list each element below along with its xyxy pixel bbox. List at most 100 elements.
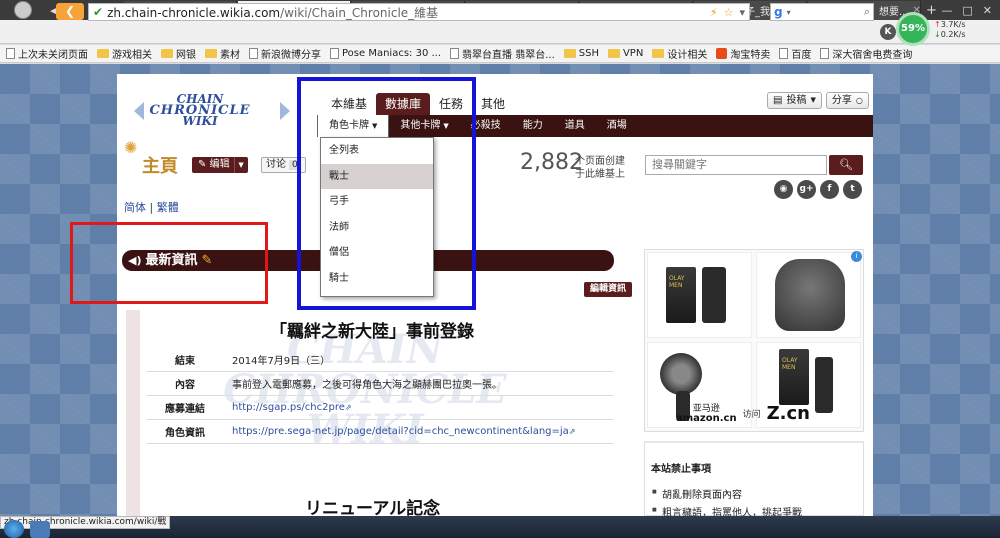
wiki-search-button[interactable]: 🔍︎ — [829, 155, 863, 175]
bookmark-item[interactable]: 深大宿舍电费查询 — [820, 46, 912, 61]
page-icon — [330, 48, 339, 59]
avatar-icon — [14, 1, 32, 19]
subnav-item[interactable]: 角色卡牌 ▼ — [317, 115, 390, 137]
taskbar-app-icon[interactable] — [30, 521, 50, 538]
dropdown-item[interactable]: 僧侶 — [321, 240, 433, 266]
back-button[interactable]: ❮ — [56, 3, 84, 20]
url-input[interactable]: ✔ zh.chain-chronicle.wikia.com/wiki/Chai… — [88, 3, 750, 21]
url-text: zh.chain-chronicle.wikia.com/wiki/Chain_… — [107, 4, 438, 21]
bookmark-item[interactable]: 上次未关闭页面 — [6, 46, 88, 61]
talk-button[interactable]: 讨论 0 — [261, 157, 306, 173]
adchoices-icon[interactable]: i — [851, 251, 862, 262]
share-button[interactable]: 分享 ○ — [825, 92, 869, 109]
subnav-item[interactable]: 道具 — [554, 115, 596, 137]
bookmark-item[interactable]: 游戏相关 — [97, 46, 152, 61]
dropdown-item[interactable]: 全列表 — [321, 138, 433, 164]
bookmark-item[interactable]: SSH — [563, 48, 599, 59]
wiki-logo[interactable]: CHAIN CHRONICLE WIKI — [140, 93, 260, 134]
lang-simplified-link[interactable]: 简体 — [124, 201, 146, 214]
dropdown-item[interactable]: 弓手 — [321, 189, 433, 215]
bookmark-item[interactable]: 设计相关 — [652, 46, 707, 61]
row-value[interactable]: http://sgap.ps/chc2pre⇗ — [224, 402, 614, 413]
eye-icon[interactable]: ◉ — [774, 180, 793, 199]
bookmark-item[interactable]: 网银 — [161, 46, 196, 61]
lightning-icon[interactable]: ⚡ — [710, 6, 718, 19]
edit-button[interactable]: ✎ 编辑 ▼ — [192, 157, 248, 173]
table-row: 角色資訊 https://pre.sega-net.jp/page/detail?… — [146, 420, 614, 444]
bookmark-item[interactable]: 翡翠台直播 翡翠台... — [450, 46, 555, 61]
row-link[interactable]: https://pre.sega-net.jp/page/detail?cid=… — [232, 426, 569, 437]
wiki-tab[interactable]: 其他 — [472, 93, 514, 115]
product-box-2-label: OLAY MEN — [782, 357, 798, 371]
url-domain: zh.chain-chronicle.wikia.com — [107, 5, 281, 20]
wiki-tab[interactable]: 本維基 — [322, 93, 376, 115]
maximize-icon[interactable]: □ — [962, 4, 972, 17]
ad-product-grid: OLAY MEN OLAY MEN — [647, 252, 861, 428]
upload-speed: 3.7K/s — [934, 20, 978, 30]
bookmark-item[interactable]: 淘宝特卖 — [716, 46, 770, 61]
ad-footer[interactable]: 亚马逊 amazon.cn 访问 Z.cn — [676, 403, 810, 424]
logo-right-arrow-icon — [280, 102, 290, 120]
news-section-title: ◀) 最新資訊 ✎ — [128, 250, 212, 271]
ad-product-bottle[interactable]: OLAY MEN — [647, 252, 752, 338]
row-value[interactable]: https://pre.sega-net.jp/page/detail?cid=… — [224, 426, 614, 437]
minimize-icon[interactable]: — — [941, 4, 952, 17]
bookmark-label: SSH — [578, 48, 599, 59]
row-key: 應募連結 — [165, 404, 205, 415]
lang-traditional-link[interactable]: 繁體 — [157, 201, 179, 214]
network-monitor-badge[interactable]: 59% — [896, 12, 930, 46]
edit-news-button[interactable]: 編輯資訊 — [584, 282, 633, 297]
dropdown-item[interactable]: 騎士 — [321, 266, 433, 292]
edit-label: 编辑 — [209, 159, 230, 170]
bookmark-label: 游戏相关 — [112, 50, 152, 61]
dropdown-item[interactable]: 法師 — [321, 215, 433, 241]
contribute-label: 投稿 — [786, 95, 807, 106]
subnav-item[interactable]: 其他卡牌 ▼ — [389, 115, 459, 137]
user-avatar[interactable] — [0, 0, 46, 20]
extension-k-icon[interactable]: K — [880, 24, 896, 40]
ad-product-armor[interactable] — [756, 252, 861, 338]
bookmark-item[interactable]: Pose Maniacs: 30 ... — [330, 48, 441, 59]
row-link[interactable]: http://sgap.ps/chc2pre — [232, 402, 345, 413]
engine-dropdown-icon[interactable]: ▾ — [787, 8, 791, 17]
google-plus-icon[interactable]: g+ — [797, 180, 816, 199]
row-key: 內容 — [175, 380, 195, 391]
secure-check-icon: ✔ — [93, 5, 104, 19]
wiki-tab[interactable]: 數據庫 — [376, 93, 431, 115]
bookmark-item[interactable]: 新浪微博分享 — [249, 46, 321, 61]
bookmark-item[interactable]: 百度 — [779, 46, 811, 61]
subnav-item[interactable]: 必殺技 — [460, 115, 512, 137]
wiki-search-input[interactable]: 搜尋關鍵字 — [645, 155, 827, 175]
folder-icon — [652, 49, 665, 58]
page-count-label: 个页面创建 于此維基上 — [575, 155, 625, 181]
bookmark-item[interactable]: VPN — [607, 48, 643, 59]
download-speed: 0.2K/s — [934, 30, 978, 40]
rule-item: 胡亂刪除頁面內容 — [652, 486, 742, 501]
facebook-icon[interactable]: f — [820, 180, 839, 199]
star-icon[interactable]: ☆ — [724, 6, 734, 19]
pencil-icon[interactable]: ✎ — [202, 253, 213, 268]
search-engine-icon: g — [774, 5, 783, 19]
browser-search-input[interactable]: g ▾ ⌕ — [770, 3, 874, 21]
twitter-icon[interactable]: t — [843, 180, 862, 199]
edit-menu-chevron-icon[interactable]: ▼ — [233, 157, 248, 173]
new-tab-icon[interactable]: + — [922, 3, 941, 18]
bookmark-label: 翡翠台直播 翡翠台... — [462, 50, 555, 61]
subnav-item[interactable]: 酒場 — [596, 115, 638, 137]
chevron-down-icon: ▼ — [810, 96, 816, 104]
start-button[interactable] — [4, 520, 24, 538]
network-speeds: 3.7K/s 0.2K/s — [934, 20, 978, 40]
bookmark-label: 网银 — [176, 50, 196, 61]
close-window-icon[interactable]: ✕ — [983, 4, 992, 17]
bookmark-item[interactable]: 素材 — [205, 46, 240, 61]
search-icon[interactable]: ⌕ — [864, 5, 873, 19]
rules-title: 本站禁止事項 — [651, 464, 711, 475]
bookmark-label: 上次未关闭页面 — [18, 50, 88, 61]
dropdown-item[interactable]: 戰士 — [321, 163, 433, 189]
dropdown-icon[interactable]: ▾ — [739, 6, 745, 19]
wiki-tab[interactable]: 任務 — [430, 93, 472, 115]
url-path: /wiki/Chain_Chronicle_維基 — [280, 5, 439, 20]
contribute-button[interactable]: ▤ 投稿 ▼ — [767, 92, 822, 109]
page-icon — [6, 48, 15, 59]
subnav-item[interactable]: 能力 — [512, 115, 554, 137]
